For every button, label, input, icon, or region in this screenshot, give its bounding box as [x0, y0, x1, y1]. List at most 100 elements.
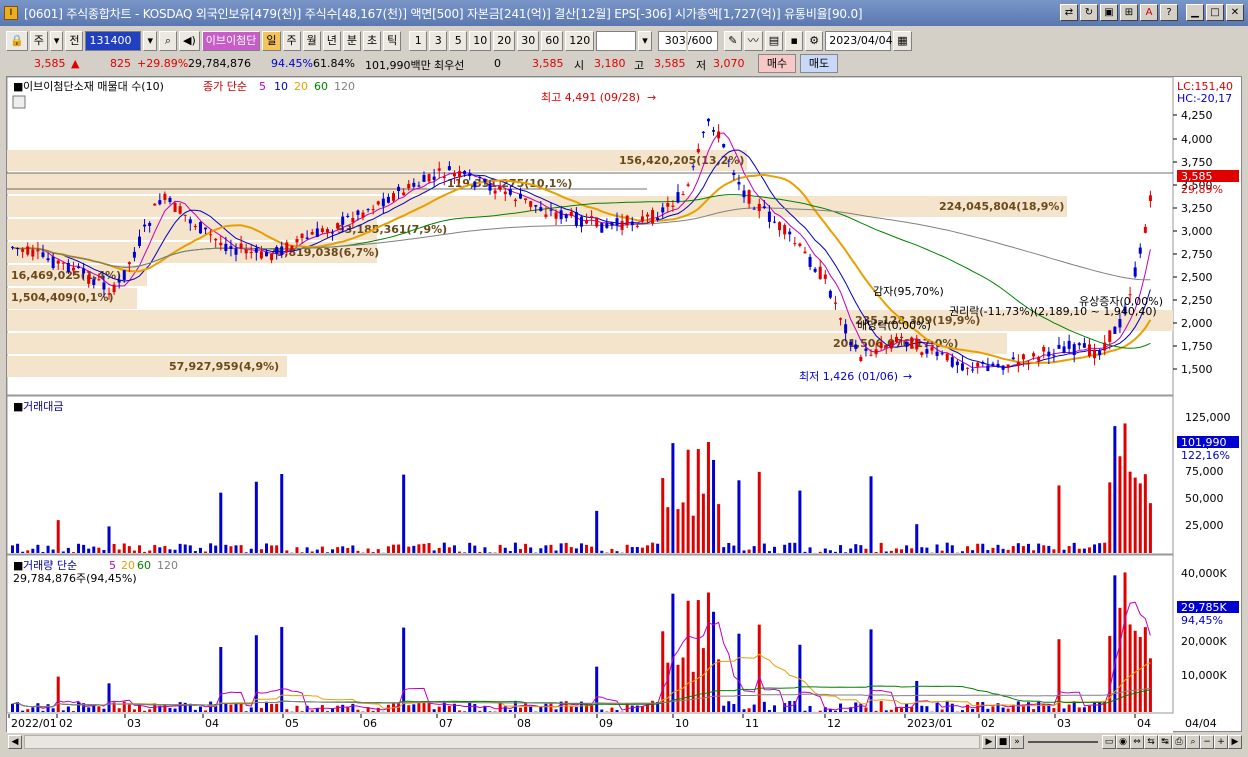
window-icon[interactable]: ▣	[1100, 4, 1118, 21]
volume-bar	[757, 624, 761, 712]
period-year[interactable]: 년	[322, 30, 341, 51]
volume-bar	[762, 701, 766, 712]
interval-1[interactable]: 1	[409, 30, 428, 51]
amount-bar	[1128, 471, 1132, 553]
candle-body	[1001, 365, 1005, 370]
volume-bar	[600, 709, 604, 712]
buy-button[interactable]: 매수	[758, 54, 796, 73]
zoom-in-icon[interactable]: +	[1214, 735, 1228, 749]
candle-body	[138, 236, 141, 246]
link-icon[interactable]: ⇄	[1060, 4, 1078, 21]
amount-bar	[823, 548, 827, 553]
interval-dropdown-icon[interactable]: ▾	[638, 30, 652, 51]
refresh-icon[interactable]: ↻	[1080, 4, 1098, 21]
font-icon[interactable]: A	[1140, 4, 1158, 21]
help-icon[interactable]: ?	[1160, 4, 1178, 21]
amount-bar	[127, 546, 131, 553]
maximize-icon[interactable]: □	[1206, 4, 1224, 21]
chart-icon[interactable]: ▤	[764, 30, 784, 51]
type-select[interactable]: 주	[29, 30, 48, 51]
amount-bar	[1021, 546, 1025, 553]
interval-120[interactable]: 120	[565, 30, 595, 51]
stock-chart[interactable]: 156,420,205(13,2%) 119,331,275(10,1%) 224,…	[6, 76, 1243, 733]
volume-bar	[87, 707, 91, 712]
open-label: 시	[574, 59, 585, 72]
interval-5[interactable]: 5	[449, 30, 468, 51]
volume-bar	[300, 711, 304, 712]
candle-body	[971, 369, 975, 371]
sell-button[interactable]: 매도	[800, 54, 838, 73]
amount-bar	[884, 551, 888, 553]
period-icon[interactable]: ▭	[1102, 735, 1116, 749]
high-price: 3,585	[654, 57, 686, 70]
period-week[interactable]: 주	[282, 30, 301, 51]
speaker-icon[interactable]: ◀)	[179, 30, 200, 51]
calendar-icon[interactable]: ▦	[893, 30, 912, 51]
period-day[interactable]: 일	[262, 30, 281, 51]
amount-bar	[900, 549, 903, 553]
fast-forward-icon[interactable]: »	[1010, 735, 1024, 749]
period-month[interactable]: 월	[302, 30, 321, 51]
period-tick[interactable]: 틱	[383, 30, 402, 51]
scroll-left-icon[interactable]: ◀	[8, 735, 22, 749]
lock-icon[interactable]: 🔒	[6, 30, 28, 51]
window-title: [0601] 주식종합차트 - KOSDAQ 외국인보유[479(천)] 주식수…	[24, 6, 863, 21]
expand-icon[interactable]: ⇔	[1130, 735, 1144, 749]
code-dropdown-icon[interactable]: ▾	[143, 30, 158, 51]
fit-icon[interactable]: ↹	[1158, 735, 1172, 749]
scroll-right-icon[interactable]: ▶	[1228, 735, 1242, 749]
period-second[interactable]: 초	[363, 30, 382, 51]
custom-interval-input[interactable]	[596, 30, 637, 51]
view-count-input[interactable]: 303	[657, 30, 686, 51]
volume-bar	[610, 707, 614, 712]
print-icon[interactable]: ⎙	[1172, 735, 1186, 749]
grid-toggle-icon[interactable]	[12, 95, 26, 109]
chart-scrollbar[interactable]: ◀ ▶ ■ » ▭ ◉ ⇔ ⇆ ↹ ⎙ ⌕ − + ▶	[6, 733, 1242, 751]
period-minute[interactable]: 분	[342, 30, 362, 51]
volume-bar	[676, 664, 680, 712]
amount-bar	[422, 543, 426, 553]
search-icon[interactable]: ⌕	[159, 30, 178, 51]
play-icon[interactable]: ▶	[982, 735, 996, 749]
chart-area[interactable]: 156,420,205(13,2%) 119,331,275(10,1%) 224,…	[6, 76, 1243, 733]
close-icon[interactable]: ✕	[1226, 4, 1244, 21]
interval-20[interactable]: 20	[493, 30, 516, 51]
x-axis-label: 03	[1057, 717, 1071, 730]
zoom-slider[interactable]	[1028, 741, 1098, 743]
indicator-icon[interactable]: 〰	[743, 30, 763, 51]
amount-bar	[46, 545, 50, 553]
interval-10[interactable]: 10	[469, 30, 492, 51]
interval-3[interactable]: 3	[429, 30, 448, 51]
volume-bar	[1093, 702, 1097, 712]
interval-60[interactable]: 60	[541, 30, 564, 51]
stock-code-input[interactable]: 131400	[85, 30, 142, 51]
volume-bar	[407, 705, 411, 712]
zoom-out-icon[interactable]: −	[1200, 735, 1214, 749]
candle-body	[219, 242, 223, 246]
all-button[interactable]: 전	[65, 30, 84, 51]
amount-bar	[894, 548, 898, 553]
magnify-icon[interactable]: ⌕	[1186, 735, 1200, 749]
layout-icon[interactable]: ⊞	[1120, 4, 1138, 21]
stop-icon[interactable]: ■	[996, 735, 1010, 749]
volume-bar	[722, 705, 726, 712]
minimize-icon[interactable]: ▁	[1186, 4, 1204, 21]
compress-icon[interactable]: ⇆	[1144, 735, 1158, 749]
volume-bar	[1006, 708, 1010, 712]
interval-30[interactable]: 30	[517, 30, 540, 51]
x-axis-label: 08	[517, 717, 531, 730]
eye-icon[interactable]: ◉	[1116, 735, 1130, 749]
volume-tick-label: 10,000K	[1181, 669, 1227, 682]
scroll-track[interactable]	[24, 735, 980, 749]
date-input[interactable]: 2023/04/04	[825, 30, 893, 51]
type-dropdown-icon[interactable]: ▾	[49, 30, 64, 51]
amount-bar	[986, 550, 990, 553]
volume-bar	[178, 702, 182, 712]
candle-body	[1062, 346, 1066, 353]
candle-body	[1133, 267, 1137, 277]
amount-bar	[1037, 543, 1041, 553]
settings-icon[interactable]: ⚙	[805, 30, 824, 51]
volume-bar	[640, 706, 644, 712]
tools-icon[interactable]: ✎	[723, 30, 742, 51]
save-icon[interactable]: ▪	[785, 30, 804, 51]
